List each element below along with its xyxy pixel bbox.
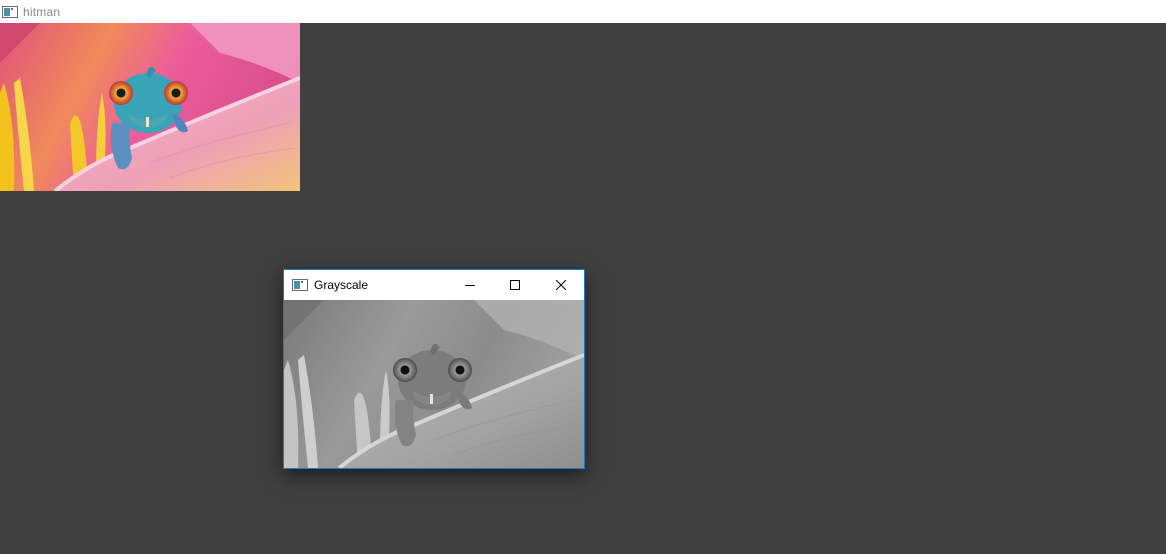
maximize-button[interactable] bbox=[492, 270, 538, 300]
window-app-icon bbox=[2, 5, 18, 18]
close-icon bbox=[556, 280, 566, 290]
close-button[interactable] bbox=[538, 270, 584, 300]
minimize-button[interactable] bbox=[447, 270, 493, 300]
grayscale-window-title: Grayscale bbox=[314, 278, 369, 292]
maximize-icon bbox=[510, 280, 520, 290]
main-window-title: hitman bbox=[23, 4, 61, 19]
main-window-titlebar[interactable]: hitman bbox=[0, 0, 1166, 23]
minimize-icon bbox=[465, 280, 475, 290]
grayscale-window[interactable]: Grayscale bbox=[283, 269, 585, 469]
grayscale-chameleon-image bbox=[284, 300, 584, 468]
color-chameleon-image bbox=[0, 23, 300, 191]
grayscale-window-titlebar[interactable]: Grayscale bbox=[284, 270, 584, 300]
window-app-icon bbox=[292, 279, 308, 291]
